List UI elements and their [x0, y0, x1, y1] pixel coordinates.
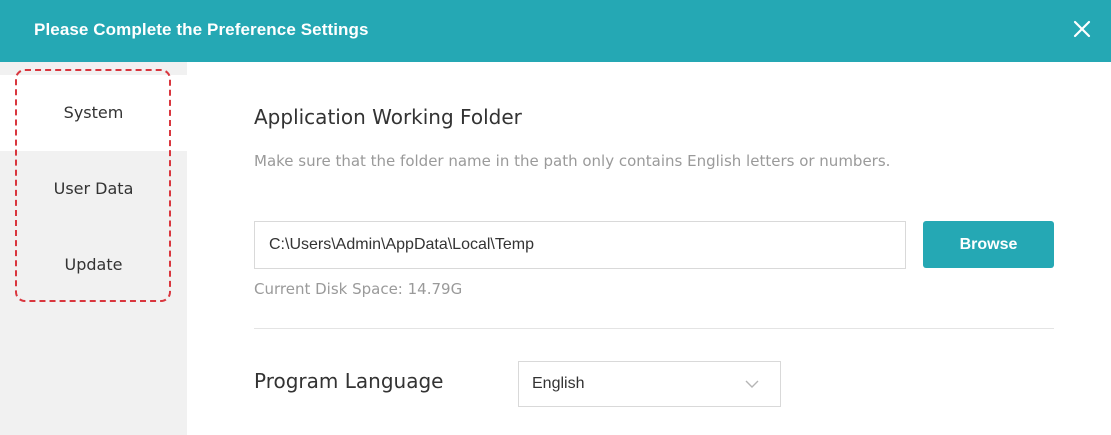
program-language-select[interactable]: English — [518, 361, 781, 407]
dialog-title: Please Complete the Preference Settings — [34, 20, 369, 39]
sidebar-item-user-data[interactable]: User Data — [0, 151, 187, 227]
sidebar-item-update[interactable]: Update — [0, 227, 187, 303]
close-icon — [1073, 20, 1091, 38]
working-folder-hint: Make sure that the folder name in the pa… — [254, 152, 891, 170]
program-language-value: English — [532, 375, 585, 392]
settings-content: Application Working Folder Make sure tha… — [187, 62, 1111, 435]
settings-sidebar: System User Data Update — [0, 62, 187, 435]
sidebar-item-system[interactable]: System — [0, 75, 187, 151]
chevron-down-icon — [744, 378, 760, 390]
browse-button[interactable]: Browse — [923, 221, 1054, 268]
preference-settings-dialog: Please Complete the Preference Settings … — [0, 0, 1111, 435]
disk-space-label: Current Disk Space: 14.79G — [254, 280, 463, 298]
title-bar: Please Complete the Preference Settings — [0, 0, 1111, 62]
working-folder-title: Application Working Folder — [254, 105, 522, 129]
section-divider — [254, 328, 1054, 329]
close-button[interactable] — [1067, 14, 1097, 44]
program-language-label: Program Language — [254, 369, 444, 393]
working-folder-path-input[interactable] — [254, 221, 906, 269]
